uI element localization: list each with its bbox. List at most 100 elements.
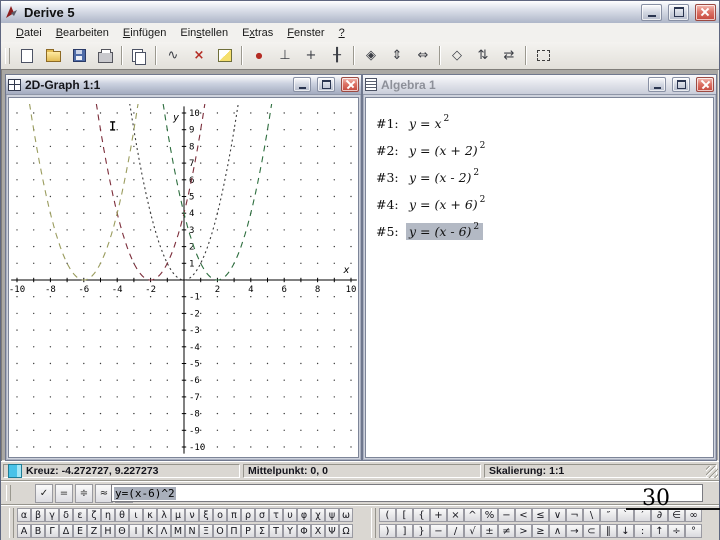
greek-lower-5-button[interactable]: ζ	[87, 508, 101, 522]
math-sym-1-8-button[interactable]: <	[515, 508, 532, 522]
menu-bearbeiten[interactable]: Bearbeiten	[49, 25, 116, 41]
math-sym-1-17-button[interactable]: ∈	[668, 508, 685, 522]
greek-lower-8-button[interactable]: ι	[129, 508, 143, 522]
greek-upper-14-button[interactable]: Ο	[213, 524, 227, 538]
entry-bar-grip[interactable]	[6, 485, 11, 501]
toolbar-open-file-button[interactable]	[40, 44, 66, 68]
greek-toolbar-grip[interactable]	[9, 508, 14, 538]
math-sym-1-4-button[interactable]: ×	[447, 508, 464, 522]
math-sym-1-13-button[interactable]: ″	[600, 508, 617, 522]
math-sym-1-6-button[interactable]: %	[481, 508, 498, 522]
toolbar-zoom-out-horizontal-button[interactable]: ⇔	[410, 44, 436, 68]
greek-lower-3-button[interactable]: δ	[59, 508, 73, 522]
math-sym-1-11-button[interactable]: ¬	[566, 508, 583, 522]
menu-item[interactable]: ?	[332, 25, 352, 41]
expression-row[interactable]: #5: y = (x - 6) 2	[366, 218, 713, 245]
greek-lower-14-button[interactable]: ο	[213, 508, 227, 522]
toolbar-zoom-in-vertical-button[interactable]: ⇅	[470, 44, 496, 68]
greek-lower-15-button[interactable]: π	[227, 508, 241, 522]
math-sym-1-12-button[interactable]: \	[583, 508, 600, 522]
graph-maximize-button[interactable]	[317, 77, 335, 92]
greek-lower-6-button[interactable]: η	[101, 508, 115, 522]
algebra-maximize-button[interactable]	[672, 77, 690, 92]
greek-upper-4-button[interactable]: Ε	[73, 524, 87, 538]
math-sym-2-13-button[interactable]: ∥	[600, 524, 617, 538]
greek-upper-7-button[interactable]: Θ	[115, 524, 129, 538]
expression-row[interactable]: #1: y = x2	[366, 110, 713, 137]
greek-upper-0-button[interactable]: Α	[17, 524, 31, 538]
greek-upper-2-button[interactable]: Γ	[45, 524, 59, 538]
math-sym-2-11-button[interactable]: →	[566, 524, 583, 538]
greek-lower-10-button[interactable]: λ	[157, 508, 171, 522]
greek-lower-17-button[interactable]: σ	[255, 508, 269, 522]
expression-row[interactable]: #3: y = (x - 2) 2	[366, 164, 713, 191]
greek-upper-10-button[interactable]: Λ	[157, 524, 171, 538]
resize-grip[interactable]	[706, 466, 718, 478]
math-sym-1-0-button[interactable]: (	[379, 508, 396, 522]
math-sym-2-15-button[interactable]: :	[634, 524, 651, 538]
greek-lower-7-button[interactable]: θ	[115, 508, 129, 522]
greek-lower-23-button[interactable]: ω	[339, 508, 353, 522]
algebra-close-button[interactable]	[696, 77, 714, 92]
greek-lower-0-button[interactable]: α	[17, 508, 31, 522]
toolbar-delete-plot-button[interactable]: ×	[186, 44, 212, 68]
close-button[interactable]	[695, 3, 716, 21]
menu-datei[interactable]: Datei	[9, 25, 49, 41]
greek-upper-12-button[interactable]: Ν	[185, 524, 199, 538]
math-sym-1-7-button[interactable]: −	[498, 508, 515, 522]
toolbar-zoom-out-both-button[interactable]: ◈	[358, 44, 384, 68]
algebra-minimize-button[interactable]	[648, 77, 666, 92]
toolbar-insert-curve-button[interactable]: ∿	[160, 44, 186, 68]
toolbar-set-origin-button[interactable]: ⊥	[272, 44, 298, 68]
minimize-button[interactable]	[641, 3, 662, 21]
toolbar-copy-window-button[interactable]	[126, 44, 152, 68]
math-sym-2-9-button[interactable]: ≥	[532, 524, 549, 538]
greek-upper-18-button[interactable]: Τ	[269, 524, 283, 538]
greek-lower-18-button[interactable]: τ	[269, 508, 283, 522]
math-sym-1-5-button[interactable]: ^	[464, 508, 481, 522]
math-sym-2-2-button[interactable]: }	[413, 524, 430, 538]
toolbar-print-button[interactable]	[92, 44, 118, 68]
greek-lower-20-button[interactable]: φ	[297, 508, 311, 522]
math-sym-2-0-button[interactable]: )	[379, 524, 396, 538]
math-sym-2-12-button[interactable]: ⊂	[583, 524, 600, 538]
math-sym-2-14-button[interactable]: ↓	[617, 524, 634, 538]
math-toolbar-grip[interactable]	[371, 508, 376, 538]
greek-lower-2-button[interactable]: γ	[45, 508, 59, 522]
menu-einstellen[interactable]: Einstellen	[173, 25, 235, 41]
math-sym-2-7-button[interactable]: ≠	[498, 524, 515, 538]
greek-upper-17-button[interactable]: Σ	[255, 524, 269, 538]
toolbar-center-cross-button[interactable]: +	[298, 44, 324, 68]
toolbar-trace-mode-button[interactable]: ●	[246, 44, 272, 68]
greek-lower-13-button[interactable]: ξ	[199, 508, 213, 522]
toolbar-new-document-button[interactable]	[14, 44, 40, 68]
menu-extras[interactable]: Extras	[235, 25, 280, 41]
greek-upper-23-button[interactable]: Ω	[339, 524, 353, 538]
maximize-button[interactable]	[668, 3, 689, 21]
expression-input[interactable]: y=(x-6)^2	[111, 484, 703, 502]
greek-lower-4-button[interactable]: ε	[73, 508, 87, 522]
greek-lower-9-button[interactable]: κ	[143, 508, 157, 522]
toolbar-zoom-in-horizontal-button[interactable]: ⇄	[496, 44, 522, 68]
greek-upper-16-button[interactable]: Ρ	[241, 524, 255, 538]
entry-expand-button[interactable]: ≑	[75, 483, 93, 503]
toolbar-edit-annotation-button[interactable]	[212, 44, 238, 68]
math-sym-1-10-button[interactable]: ∨	[549, 508, 566, 522]
greek-lower-12-button[interactable]: ν	[185, 508, 199, 522]
greek-upper-8-button[interactable]: Ι	[129, 524, 143, 538]
greek-upper-19-button[interactable]: Υ	[283, 524, 297, 538]
greek-upper-6-button[interactable]: Η	[101, 524, 115, 538]
menu-fenster[interactable]: Fenster	[280, 25, 331, 41]
math-sym-1-18-button[interactable]: ∞	[685, 508, 702, 522]
greek-upper-11-button[interactable]: Μ	[171, 524, 185, 538]
greek-lower-11-button[interactable]: μ	[171, 508, 185, 522]
greek-upper-3-button[interactable]: Δ	[59, 524, 73, 538]
greek-lower-16-button[interactable]: ρ	[241, 508, 255, 522]
graph-plot[interactable]: -10 -8 -6 -4 -2 2 4 6 8 10-10-9-8-7-6-5-4-3-2-112…	[9, 98, 358, 456]
math-sym-1-2-button[interactable]: {	[413, 508, 430, 522]
math-sym-2-4-button[interactable]: /	[447, 524, 464, 538]
toolbar-save-file-button[interactable]	[66, 44, 92, 68]
toolbar-zoom-in-both-button[interactable]: ◇	[444, 44, 470, 68]
greek-upper-20-button[interactable]: Φ	[297, 524, 311, 538]
greek-upper-15-button[interactable]: Π	[227, 524, 241, 538]
